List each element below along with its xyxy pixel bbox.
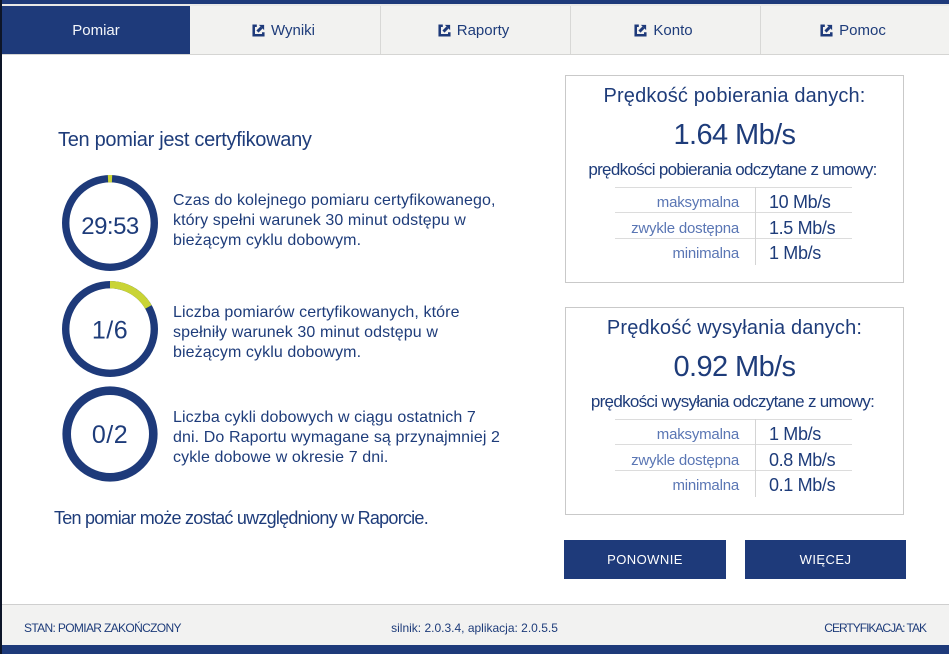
svg-text:29:53: 29:53 xyxy=(81,213,139,240)
svg-text:0/2: 0/2 xyxy=(92,421,128,449)
svg-text:1/6: 1/6 xyxy=(92,316,128,344)
